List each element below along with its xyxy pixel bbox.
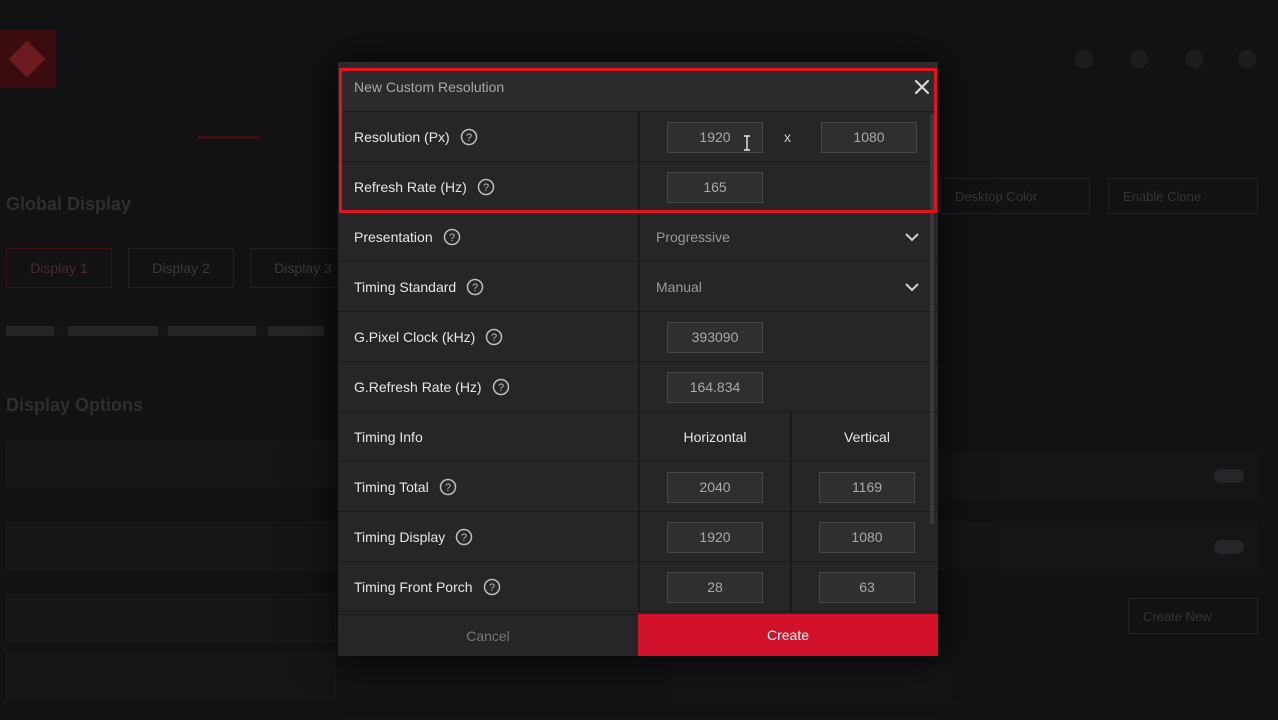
svg-text:?: ? [498,382,504,394]
help-icon[interactable]: ? [477,178,495,196]
display-info-bar [6,326,324,336]
resolution-vertical-input[interactable]: 1080 [821,122,917,153]
refresh-rate-label: Refresh Rate (Hz) [354,179,467,195]
display-tab-2[interactable]: Display 2 [128,248,234,288]
display-options-heading: Display Options [6,395,144,415]
g-pixel-clock-input[interactable]: 393090 [667,322,763,353]
vertical-column-header: Vertical [844,429,890,445]
timing-display-vertical-input[interactable]: 1080 [819,522,915,553]
refresh-rate-row: Refresh Rate (Hz) ? 165 [338,162,938,212]
chevron-down-icon [905,283,919,292]
timing-total-horizontal-input[interactable]: 2040 [667,472,763,503]
create-new-label: Create New [1143,608,1212,624]
presentation-row: Presentation ? Progressive [338,212,938,262]
menu-icon [1238,50,1256,68]
timing-info-row: Timing Info Horizontal Vertical [338,412,938,462]
svg-text:?: ? [483,182,489,194]
timing-front-porch-horizontal-input[interactable]: 28 [667,572,763,603]
svg-text:?: ? [472,282,478,294]
svg-text:?: ? [445,482,451,494]
timing-display-label: Timing Display [354,529,446,545]
g-pixel-clock-row: G.Pixel Clock (kHz) ? 393090 [338,312,938,362]
settings-icon [1185,50,1203,68]
timing-total-vertical-input[interactable]: 1169 [819,472,915,503]
svg-text:?: ? [461,532,467,544]
timing-front-porch-row: Timing Front Porch ? 28 63 [338,562,938,612]
option-panel [938,452,1258,500]
help-icon[interactable]: ? [455,528,473,546]
global-display-heading: Global Display [6,194,132,214]
presentation-label: Presentation [354,229,433,245]
toggle-switch[interactable] [1214,469,1244,483]
timing-display-row: Timing Display ? 1920 1080 [338,512,938,562]
help-icon[interactable]: ? [439,478,457,496]
chevron-down-icon [905,233,919,242]
option-panel [938,522,1258,570]
timing-front-porch-label: Timing Front Porch [354,579,473,595]
sub-navigation [0,100,340,140]
svg-text:?: ? [488,582,494,594]
help-icon[interactable]: ? [443,228,461,246]
enable-clone-button[interactable]: Enable Clone [1108,178,1258,214]
option-row [6,440,336,488]
help-icon[interactable]: ? [460,128,478,146]
timing-info-label: Timing Info [354,429,423,445]
toggle-switch[interactable] [1214,540,1244,554]
timing-standard-value: Manual [656,279,702,295]
timing-total-label: Timing Total [354,479,429,495]
notification-icon [1075,50,1093,68]
presentation-dropdown[interactable]: Progressive [656,212,920,262]
svg-text:?: ? [449,232,455,244]
scrollbar-thumb[interactable] [930,114,934,524]
resolution-label: Resolution (Px) [354,129,450,145]
dialog-scrollbar[interactable] [930,114,934,524]
help-icon[interactable]: ? [485,328,503,346]
timing-standard-label: Timing Standard [354,279,457,295]
timing-standard-row: Timing Standard ? Manual [338,262,938,312]
desktop-color-button[interactable]: Desktop Color [940,178,1090,214]
timing-total-row: Timing Total ? 2040 1169 [338,462,938,512]
svg-text:?: ? [466,132,472,144]
horizontal-column-header: Horizontal [683,429,747,445]
help-icon[interactable]: ? [492,378,510,396]
timing-front-porch-vertical-input[interactable]: 63 [819,572,915,603]
dialog-header: New Custom Resolution [338,62,938,112]
option-row [6,652,336,700]
timing-display-horizontal-input[interactable]: 1920 [667,522,763,553]
resolution-row: Resolution (Px) ? 1920 x 1080 [338,112,938,162]
display-tab-1[interactable]: Display 1 [6,248,112,288]
close-icon [914,79,930,95]
text-cursor-icon [744,135,750,151]
refresh-rate-input[interactable]: 165 [667,172,763,203]
svg-text:?: ? [491,332,497,344]
help-icon[interactable]: ? [483,578,501,596]
g-refresh-rate-row: G.Refresh Rate (Hz) ? 164.834 [338,362,938,412]
close-button[interactable] [912,77,932,97]
custom-resolution-dialog: New Custom Resolution Resolution (Px) ? … [338,62,938,656]
presentation-value: Progressive [656,229,730,245]
help-icon[interactable]: ? [466,278,484,296]
create-new-button[interactable]: Create New [1128,598,1258,634]
dialog-title: New Custom Resolution [354,79,505,95]
cancel-button[interactable]: Cancel [338,614,638,656]
footer-info-bar [668,666,952,702]
timing-standard-dropdown[interactable]: Manual [656,262,920,312]
option-row [6,522,336,570]
app-logo [0,30,56,88]
resolution-separator: x [784,129,791,145]
dialog-form: Resolution (Px) ? 1920 x 1080 Refresh Ra… [338,112,938,612]
enable-clone-label: Enable Clone [1123,188,1202,204]
create-button[interactable]: Create [638,614,938,656]
account-icon [1130,50,1148,68]
g-refresh-rate-input[interactable]: 164.834 [667,372,763,403]
g-pixel-clock-label: G.Pixel Clock (kHz) [354,329,476,345]
desktop-color-label: Desktop Color [955,188,1038,204]
dialog-footer: Cancel Create [338,614,938,656]
g-refresh-rate-label: G.Refresh Rate (Hz) [354,379,482,395]
option-row [6,594,336,642]
